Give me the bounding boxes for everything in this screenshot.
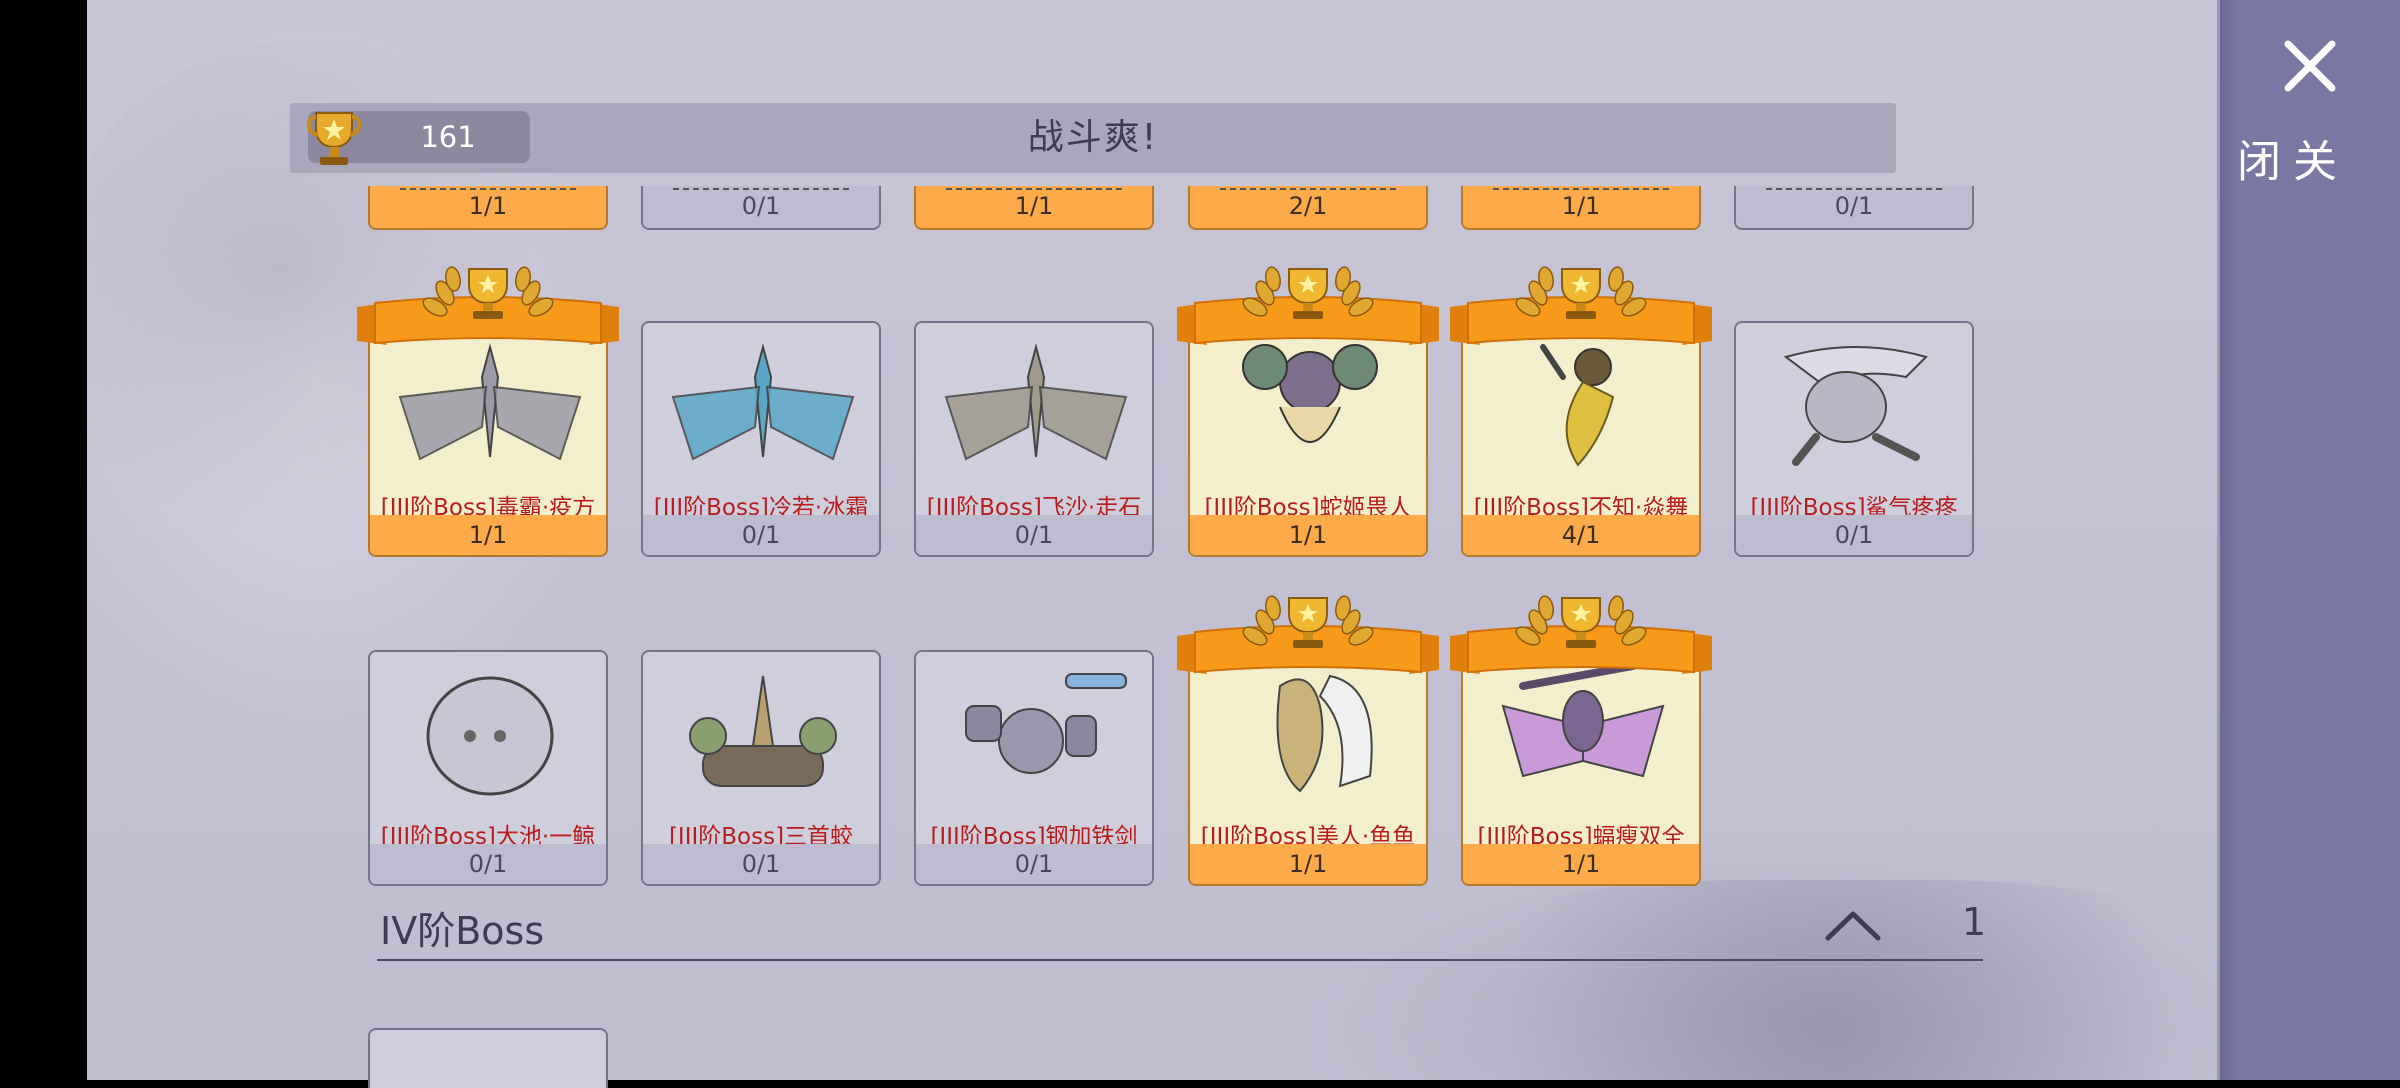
boss-card[interactable]: [III阶Boss]不知·焱舞 4/1 xyxy=(1461,321,1701,557)
trophy-laurel-banner-icon xyxy=(357,266,619,345)
trophy-laurel-banner-icon xyxy=(1450,595,1712,674)
boss-count: 1/1 xyxy=(1190,844,1426,884)
boss-count: 0/1 xyxy=(643,515,879,555)
boss-count: 0/1 xyxy=(643,844,879,884)
boss-portrait-icon xyxy=(965,673,1127,774)
boss-count: 0/1 xyxy=(741,192,781,220)
boss-card[interactable]: [III阶Boss]三首蛟 0/1 xyxy=(641,650,881,886)
boss-portrait-icon xyxy=(1242,344,1378,443)
boss-count: 4/1 xyxy=(1463,515,1699,555)
boss-count: 1/1 xyxy=(1561,192,1601,220)
section-title: IV阶Boss xyxy=(380,909,545,953)
boss-portrait-icon xyxy=(1276,674,1373,793)
boss-portrait-icon xyxy=(398,343,582,461)
trophy-laurel-banner-icon xyxy=(1177,266,1439,345)
boss-portrait-icon xyxy=(944,343,1128,461)
boss-card-partial[interactable]: 1/1 xyxy=(914,186,1154,230)
trophy-laurel-banner-icon xyxy=(1450,266,1712,345)
boss-card-partial[interactable]: 2/1 xyxy=(1188,186,1428,230)
trophy-laurel-banner-icon xyxy=(1177,595,1439,674)
close-label: 关闭 xyxy=(2229,138,2336,186)
boss-count: 0/1 xyxy=(370,844,606,884)
boss-count: 1/1 xyxy=(370,515,606,555)
boss-count: 0/1 xyxy=(916,515,1152,555)
boss-count: 1/1 xyxy=(1190,515,1426,555)
section-count: 1 xyxy=(1961,900,1986,944)
boss-portrait-icon xyxy=(1783,346,1928,466)
boss-card-partial[interactable]: 0/1 xyxy=(1734,186,1974,230)
boss-card[interactable]: [III阶Boss]鲨气疼疼 0/1 xyxy=(1734,321,1974,557)
page-title: 战斗爽! xyxy=(1027,117,1159,158)
boss-portrait-icon xyxy=(689,675,837,787)
boss-portrait-icon xyxy=(1540,344,1615,467)
boss-card[interactable]: [III阶Boss]钢加铁剑 0/1 xyxy=(914,650,1154,886)
section-divider xyxy=(377,959,1983,961)
boss-portrait-icon xyxy=(671,343,855,461)
collapse-button[interactable] xyxy=(1820,900,1886,950)
boss-card[interactable]: [III阶Boss]冷若·冰霜 0/1 xyxy=(641,321,881,557)
boss-card[interactable]: [III阶Boss]美人·鱼鱼 1/1 xyxy=(1188,650,1428,886)
boss-count: 0/1 xyxy=(916,844,1152,884)
boss-count: 0/1 xyxy=(1736,515,1972,555)
boss-portrait-icon xyxy=(1501,666,1665,778)
close-icon xyxy=(2284,40,2336,92)
boss-count: 2/1 xyxy=(1288,192,1328,220)
boss-card[interactable]: [III阶Boss]飞沙·走石 0/1 xyxy=(914,321,1154,557)
boss-count: 1/1 xyxy=(468,192,508,220)
close-panel: 关闭 xyxy=(2217,0,2400,1080)
boss-card-partial[interactable] xyxy=(368,1028,608,1088)
close-button[interactable]: 关闭 xyxy=(2229,28,2360,218)
boss-count: 0/1 xyxy=(1834,192,1874,220)
chevron-up-icon xyxy=(1825,911,1881,941)
boss-card[interactable]: [III阶Boss]毒霸·疫方 1/1 xyxy=(368,321,608,557)
boss-card[interactable]: [III阶Boss]大池·一鲸 0/1 xyxy=(368,650,608,886)
achievement-header: 161 战斗爽! xyxy=(290,103,1896,173)
boss-card[interactable]: [III阶Boss]蝠瘦双全 1/1 xyxy=(1461,650,1701,886)
boss-portrait-icon xyxy=(426,676,554,796)
background-scene-bottom xyxy=(1387,880,2217,1080)
boss-card-partial[interactable]: 1/1 xyxy=(1461,186,1701,230)
boss-card-partial[interactable]: 1/1 xyxy=(368,186,608,230)
boss-count: 1/1 xyxy=(1463,844,1699,884)
boss-card[interactable]: [III阶Boss]蛇姬畏人 1/1 xyxy=(1188,321,1428,557)
boss-count: 1/1 xyxy=(1014,192,1054,220)
boss-card-partial[interactable]: 0/1 xyxy=(641,186,881,230)
